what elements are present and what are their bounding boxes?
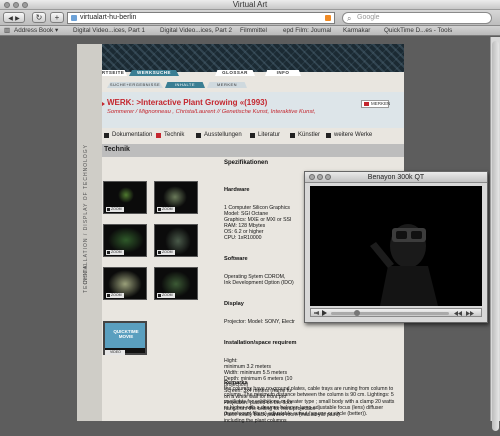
bullet-icon: [326, 133, 331, 138]
subtab-inhalte[interactable]: INHALTE: [165, 82, 205, 88]
subtab-suche[interactable]: SUCHE+ERGEBNISSE: [107, 82, 163, 88]
zoom-label[interactable]: ZOOM: [106, 207, 124, 212]
rewind-icon[interactable]: [454, 311, 462, 316]
tab-weitere-werke[interactable]: weitere Werke: [326, 130, 372, 140]
tab-label: weitere Werke: [334, 132, 373, 138]
remarks: Remarks the columns have no ground plate…: [224, 380, 399, 417]
address-bar[interactable]: virtualart-hu-berlin: [67, 12, 335, 24]
thumbnail[interactable]: ZOOM: [154, 224, 198, 257]
installation-heading: Installation/space requirem: [224, 340, 297, 346]
page-side-strip: INSTALLATION / DISPLAY OF TECHNOLOGY TEC…: [77, 44, 102, 421]
scrubber-knob[interactable]: [353, 310, 360, 316]
back-icon[interactable]: ◀: [8, 16, 13, 22]
address-text: virtualart-hu-berlin: [80, 14, 137, 21]
tab-label: Ausstellungen: [204, 132, 242, 138]
plus-icon: +: [54, 13, 60, 22]
section-title: Technik: [104, 146, 130, 153]
thumbnail[interactable]: ZOOM: [103, 267, 147, 300]
tab-literatur[interactable]: Literatur: [250, 130, 280, 140]
player-titlebar: Benayon 300k QT: [305, 172, 487, 183]
video-person-image: [370, 224, 438, 306]
thumbnail[interactable]: ZOOM: [154, 267, 198, 300]
player-close-button[interactable]: [309, 174, 315, 180]
video-frame[interactable]: [310, 186, 482, 306]
player-minimize-button[interactable]: [317, 174, 323, 180]
thumbnail[interactable]: ZOOM: [103, 224, 147, 257]
work-title: WERK: >Interactive Plant Growing «(1993): [107, 98, 268, 107]
tab-label: Technik: [164, 132, 185, 138]
browser-toolbar: ◀ ▶ ↻ + virtualart-hu-berlin ⌕ Google: [0, 10, 500, 26]
section-header: Technik: [77, 144, 404, 157]
bookmark-digital-video-1[interactable]: Digital Video...ices, Part 1: [73, 26, 145, 35]
player-title: Benayon 300k QT: [367, 174, 425, 181]
fast-forward-icon[interactable]: [466, 311, 474, 316]
video-label[interactable]: VIDEO: [105, 350, 125, 355]
reload-button[interactable]: ↻: [32, 12, 46, 23]
nav-tab-glossar[interactable]: GLOSSAR: [215, 70, 255, 76]
content-tabs: Dokumentation Technik Ausstellungen Lite…: [104, 130, 394, 140]
spec-heading: Spezifikationen: [224, 160, 269, 166]
vertical-caption-2: TECHNIK: [83, 264, 89, 293]
search-placeholder: Google: [357, 14, 380, 21]
merken-button[interactable]: MERKEN: [361, 100, 391, 108]
scrubber-track[interactable]: [331, 312, 449, 315]
tab-kuenstler[interactable]: Künstler: [290, 130, 320, 140]
page-header: [77, 44, 404, 72]
zoom-label[interactable]: ZOOM: [106, 293, 124, 298]
zoom-label[interactable]: ZOOM: [157, 250, 175, 255]
tab-technik[interactable]: Technik: [156, 130, 184, 140]
player-window-controls[interactable]: [309, 174, 331, 180]
window-titlebar: Virtual Art: [0, 0, 500, 10]
scrollbar-thumb[interactable]: [492, 41, 499, 431]
volume-icon[interactable]: [314, 311, 319, 315]
quicktime-player-window[interactable]: Benayon 300k QT: [304, 171, 488, 323]
bookmark-karmakar[interactable]: Karmakar: [343, 26, 370, 35]
work-info-panel: WERK: >Interactive Plant Growing «(1993)…: [77, 92, 404, 128]
search-field[interactable]: ⌕ Google: [342, 12, 492, 24]
bookmark-filmmittel[interactable]: Filmmittel: [240, 26, 267, 35]
player-controls: [310, 308, 482, 317]
site-icon: [71, 15, 77, 21]
bookmark-icon[interactable]: ▥: [4, 26, 10, 35]
bookmarks-bar: ▥ Address Book ▾ Digital Video...ices, P…: [0, 26, 500, 36]
forward-icon[interactable]: ▶: [15, 16, 20, 22]
bookmark-address-book[interactable]: Address Book ▾: [14, 26, 58, 35]
merken-icon: [364, 102, 369, 106]
nav-tab-werksuche[interactable]: WERKSUCHE: [129, 70, 179, 76]
tab-dokumentation[interactable]: Dokumentation: [104, 130, 152, 140]
zoom-label[interactable]: ZOOM: [157, 293, 175, 298]
back-forward-buttons[interactable]: ◀ ▶: [3, 12, 25, 23]
zoom-label[interactable]: ZOOM: [157, 207, 175, 212]
bullet-icon: [196, 133, 201, 138]
subtab-merken[interactable]: MERKEN: [207, 82, 247, 88]
remarks-text: the columns have no ground plates, cable…: [224, 386, 395, 418]
merken-label: MERKEN: [371, 101, 391, 106]
bullet-icon: [104, 133, 109, 138]
bookmark-digital-video-2[interactable]: Digital Video...ices, Part 2: [160, 26, 232, 35]
bullet-icon: [290, 133, 295, 138]
bookmark-epd-film[interactable]: epd Film: Journal: [283, 26, 331, 35]
player-zoom-button[interactable]: [325, 174, 331, 180]
bullet-icon: [156, 133, 161, 138]
reload-icon: ↻: [35, 13, 43, 22]
thumbnail[interactable]: ZOOM: [103, 181, 147, 214]
tab-ausstellungen[interactable]: Ausstellungen: [196, 130, 242, 140]
browser-scrollbar[interactable]: [490, 37, 500, 431]
zoom-label[interactable]: ZOOM: [106, 250, 124, 255]
tab-label: Literatur: [258, 132, 281, 138]
bullet-icon: [250, 133, 255, 138]
bookmark-quicktime[interactable]: QuickTime D...es - Tools: [384, 26, 452, 35]
add-bookmark-button[interactable]: +: [50, 12, 64, 23]
nav-tab-info[interactable]: INFO: [265, 70, 301, 76]
play-icon[interactable]: [322, 310, 327, 316]
movie-label: QUICKTIME MOVIE: [113, 329, 139, 339]
tab-label: Dokumentation: [112, 132, 153, 138]
search-icon: ⌕: [347, 14, 352, 23]
window-title: Virtual Art: [232, 0, 268, 9]
tab-label: Künstler: [298, 132, 321, 138]
work-subtitle[interactable]: Sommerer / Mignonneau , Christa/Laurent …: [107, 109, 315, 115]
thumbnail[interactable]: ZOOM: [154, 181, 198, 214]
rss-icon[interactable]: [325, 15, 331, 21]
